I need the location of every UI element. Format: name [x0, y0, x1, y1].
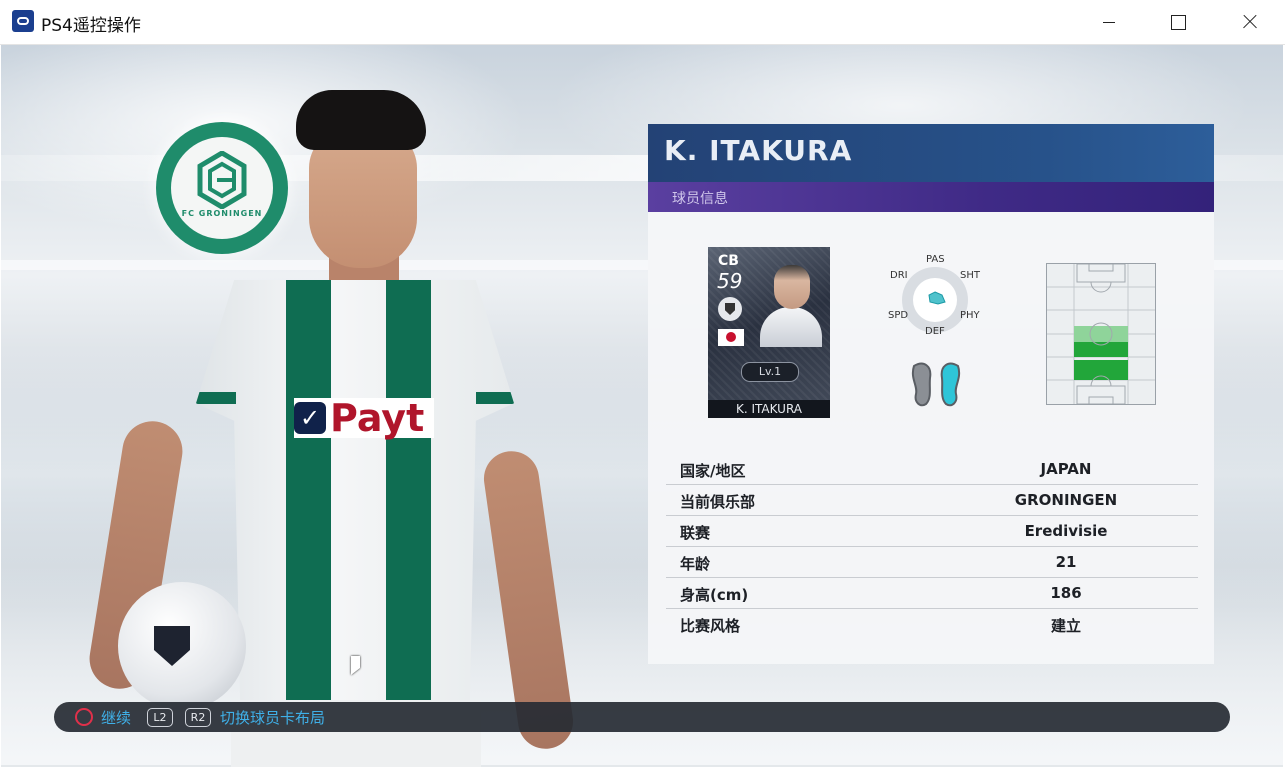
radar-label-dri: DRI: [890, 270, 908, 281]
stat-row: 身高(cm) 186: [666, 578, 1198, 609]
player-stats-table: 国家/地区 JAPAN 当前俱乐部 GRONINGEN 联赛 Eredivisi…: [666, 454, 1198, 639]
game-viewport[interactable]: FC GRONINGEN ✓ Payt K. ITAKURA 球员信息 CB 5…: [1, 45, 1283, 767]
button-hint-bar: 继续 L2 R2 切换球员卡布局: [54, 702, 1230, 732]
stat-label: 身高(cm): [680, 586, 749, 604]
window-titlebar: PS4遥控操作: [0, 0, 1285, 45]
stat-value: JAPAN: [1040, 460, 1092, 478]
shirt-sponsor: ✓ Payt: [294, 396, 434, 440]
sleeve-band: [196, 392, 236, 404]
stat-row: 年龄 21: [666, 547, 1198, 578]
stat-value: 186: [1050, 584, 1082, 602]
section-label: 球员信息: [672, 191, 728, 207]
ps4-remote-play-icon: [12, 10, 34, 32]
pitch-graphic: [1047, 263, 1155, 405]
stat-label: 年龄: [680, 555, 711, 573]
minimize-button[interactable]: [1073, 0, 1143, 44]
ball-shield-icon: [154, 626, 190, 666]
radar-label-spd: SPD: [888, 310, 909, 321]
window-title: PS4遥控操作: [41, 16, 141, 36]
radar-label-def: DEF: [925, 326, 945, 337]
panel-header: K. ITAKURA: [648, 124, 1214, 182]
stat-label: 联赛: [680, 524, 711, 542]
continue-hint[interactable]: 继续: [101, 707, 131, 728]
shirt-stripe: [286, 280, 331, 720]
card-torso: [760, 307, 822, 347]
card-rating: 59: [717, 269, 743, 293]
radar-label-phy: PHY: [960, 310, 980, 321]
stat-value: Eredivisie: [1024, 522, 1108, 540]
stat-row: 联赛 Eredivisie: [666, 516, 1198, 547]
player-model: ✓ Payt: [85, 90, 577, 767]
sponsor-text: Payt: [330, 396, 425, 440]
player-silhouette-icon: [760, 265, 822, 347]
l2-key-icon[interactable]: L2: [147, 708, 173, 727]
r2-key-icon[interactable]: R2: [185, 708, 211, 727]
club-badge-icon: [718, 297, 742, 321]
sleeve-band: [476, 392, 514, 404]
card-level: Lv.1: [741, 362, 799, 382]
feet-icon: [911, 362, 961, 407]
stat-value: 建立: [1050, 617, 1081, 635]
card-name: K. ITAKURA: [708, 400, 830, 418]
panel-section-bar: 球员信息: [648, 182, 1214, 212]
stat-row: 比赛风格 建立: [666, 609, 1198, 639]
close-button[interactable]: [1213, 0, 1283, 44]
player-name: K. ITAKURA: [664, 134, 853, 167]
maximize-button[interactable]: [1143, 0, 1213, 44]
radar-label-pas: PAS: [926, 254, 945, 265]
stat-value: 21: [1055, 553, 1077, 571]
stat-row: 当前俱乐部 GRONINGEN: [666, 485, 1198, 516]
stat-row: 国家/地区 JAPAN: [666, 454, 1198, 485]
switch-card-layout-hint[interactable]: 切换球员卡布局: [220, 707, 325, 728]
stat-label: 当前俱乐部: [680, 493, 756, 511]
radar-label-sht: SHT: [960, 270, 980, 281]
card-position: CB: [718, 253, 739, 269]
stat-label: 国家/地区: [680, 462, 746, 480]
card-head: [774, 265, 810, 309]
player-card[interactable]: CB 59 Lv.1 K. ITAKURA: [708, 247, 830, 418]
panel-body: CB 59 Lv.1 K. ITAKURA PAS SHT PHY DEF SP…: [648, 212, 1214, 664]
japan-flag-icon: [718, 329, 744, 346]
shirt-stripe: [386, 280, 431, 720]
position-map: [1046, 263, 1156, 405]
mouse-cursor-icon: [351, 656, 360, 675]
ability-radar-chart: PAS SHT PHY DEF SPD DRI: [880, 252, 990, 342]
stat-value: GRONINGEN: [1014, 491, 1118, 509]
player-hair: [296, 90, 426, 150]
circle-button-icon[interactable]: [75, 708, 93, 726]
football: [118, 582, 246, 710]
stat-label: 比赛风格: [680, 617, 741, 635]
player-info-panel: K. ITAKURA 球员信息 CB 59 Lv.1 K. ITAKURA PA…: [648, 124, 1214, 664]
checkmark-icon: ✓: [294, 402, 326, 434]
